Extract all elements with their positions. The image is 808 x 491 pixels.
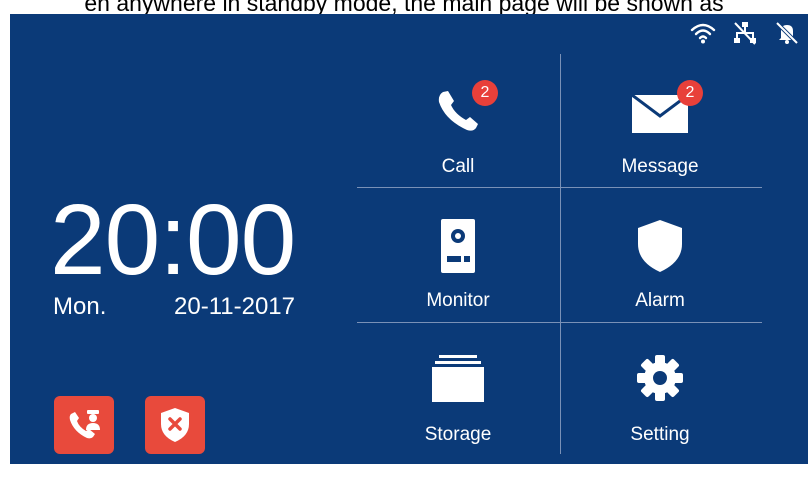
folder-icon <box>432 355 484 402</box>
tile-setting[interactable]: Setting <box>560 323 760 453</box>
message-badge: 2 <box>677 80 703 106</box>
shield-icon <box>638 220 682 272</box>
clock-day: Mon. <box>53 293 107 320</box>
shield-x-icon <box>161 408 189 442</box>
instruction-caption: en anywhere in standby mode, the main pa… <box>84 0 724 14</box>
clock-date: 20-11-2017 <box>174 293 295 320</box>
tile-storage-label: Storage <box>424 424 492 445</box>
tile-call[interactable]: 2 Call <box>358 54 558 184</box>
phone-guard-icon <box>69 410 100 439</box>
status-bar <box>690 20 800 46</box>
tile-alarm-label: Alarm <box>635 290 685 311</box>
tile-setting-label: Setting <box>630 424 690 445</box>
door-station-icon <box>441 219 475 273</box>
tile-message-label: Message <box>621 156 699 177</box>
tile-monitor-label: Monitor <box>426 290 490 311</box>
tile-storage[interactable]: Storage <box>358 323 558 453</box>
gear-icon <box>637 355 683 401</box>
call-badge: 2 <box>472 80 498 106</box>
wifi-icon <box>690 23 716 44</box>
mute-bell-icon <box>775 21 799 45</box>
indoor-monitor-screen: 20:00 Mon. 20-11-2017 2 Call 2 Message M… <box>10 14 808 464</box>
disarm-alarm-button[interactable] <box>145 396 205 454</box>
clock-time: 20:00 <box>50 184 296 296</box>
tile-message[interactable]: 2 Message <box>560 54 760 184</box>
tile-alarm[interactable]: Alarm <box>560 188 760 318</box>
call-guard-button[interactable] <box>54 396 114 454</box>
network-icon <box>734 22 756 45</box>
tile-call-label: Call <box>441 156 475 177</box>
tile-monitor[interactable]: Monitor <box>358 188 558 318</box>
